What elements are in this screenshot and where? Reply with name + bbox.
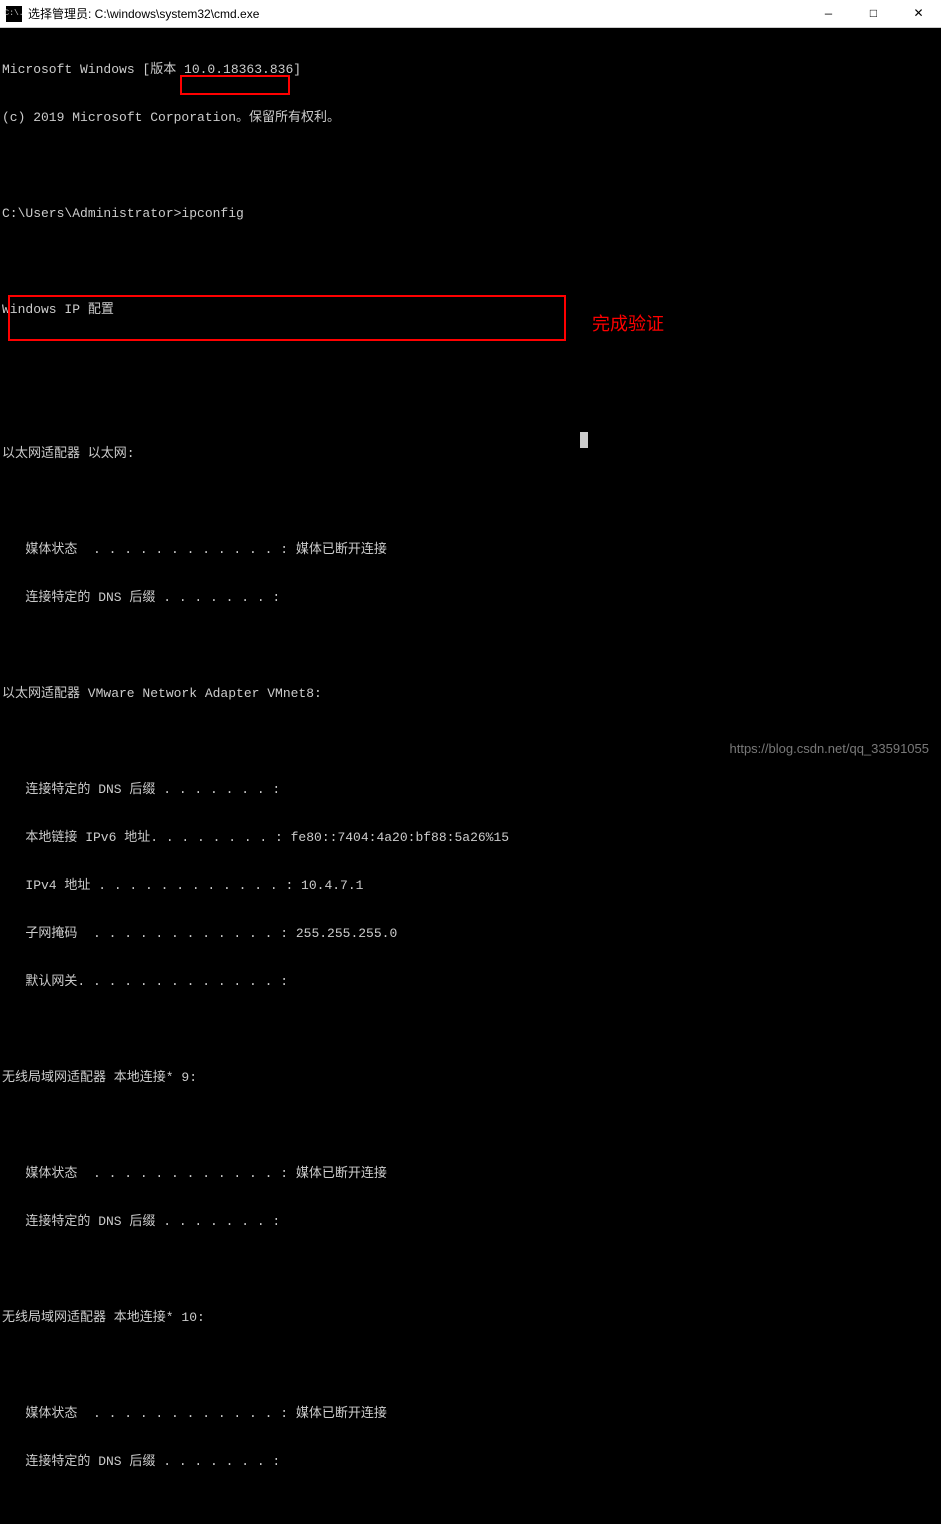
maximize-button[interactable]: □ — [851, 0, 896, 27]
output-line: 默认网关. . . . . . . . . . . . . : — [2, 974, 941, 990]
adapter-header: 无线局域网适配器 本地连接* 10: — [2, 1310, 941, 1326]
output-line — [2, 494, 941, 510]
output-line: 连接特定的 DNS 后缀 . . . . . . . : — [2, 1214, 941, 1230]
output-line: Microsoft Windows [版本 10.0.18363.836] — [2, 62, 941, 78]
output-line — [2, 1022, 941, 1038]
minimize-button[interactable]: — — [806, 0, 851, 27]
terminal-output[interactable]: Microsoft Windows [版本 10.0.18363.836] (c… — [0, 28, 941, 1524]
subnet-line: 子网掩码 . . . . . . . . . . . . : 255.255.2… — [2, 926, 941, 942]
adapter-header: 无线局域网适配器 本地连接* 9: — [2, 1070, 941, 1086]
window-titlebar: C:\. 选择管理员: C:\windows\system32\cmd.exe … — [0, 0, 941, 28]
output-line: 连接特定的 DNS 后缀 . . . . . . . : — [2, 782, 941, 798]
output-line — [2, 1118, 941, 1134]
cursor-icon — [580, 432, 588, 448]
output-line — [2, 254, 941, 270]
output-line — [2, 638, 941, 654]
output-line: 媒体状态 . . . . . . . . . . . . : 媒体已断开连接 — [2, 542, 941, 558]
output-line — [2, 1502, 941, 1518]
prompt-line: C:\Users\Administrator>ipconfig — [2, 206, 941, 222]
window-title: 选择管理员: C:\windows\system32\cmd.exe — [28, 5, 806, 22]
output-line: 媒体状态 . . . . . . . . . . . . : 媒体已断开连接 — [2, 1406, 941, 1422]
adapter-header: 以太网适配器 VMware Network Adapter VMnet8: — [2, 686, 941, 702]
output-line: 连接特定的 DNS 后缀 . . . . . . . : — [2, 590, 941, 606]
output-line — [2, 1358, 941, 1374]
output-line: 本地链接 IPv6 地址. . . . . . . . : fe80::7404… — [2, 830, 941, 846]
output-line: 媒体状态 . . . . . . . . . . . . : 媒体已断开连接 — [2, 1166, 941, 1182]
watermark-text: https://blog.csdn.net/qq_33591055 — [730, 741, 930, 756]
output-line — [2, 1262, 941, 1278]
output-line: 连接特定的 DNS 后缀 . . . . . . . : — [2, 1454, 941, 1470]
annotation-label: 完成验证 — [592, 310, 664, 336]
output-line — [2, 398, 941, 414]
output-line: (c) 2019 Microsoft Corporation。保留所有权利。 — [2, 110, 941, 126]
close-button[interactable]: ✕ — [896, 0, 941, 27]
output-line: Windows IP 配置 — [2, 302, 941, 318]
output-line — [2, 158, 941, 174]
output-line — [2, 350, 941, 366]
ipv4-line: IPv4 地址 . . . . . . . . . . . . : 10.4.7… — [2, 878, 941, 894]
adapter-header: 以太网适配器 以太网: — [2, 446, 941, 462]
window-controls: — □ ✕ — [806, 0, 941, 27]
cmd-icon: C:\. — [6, 6, 22, 22]
